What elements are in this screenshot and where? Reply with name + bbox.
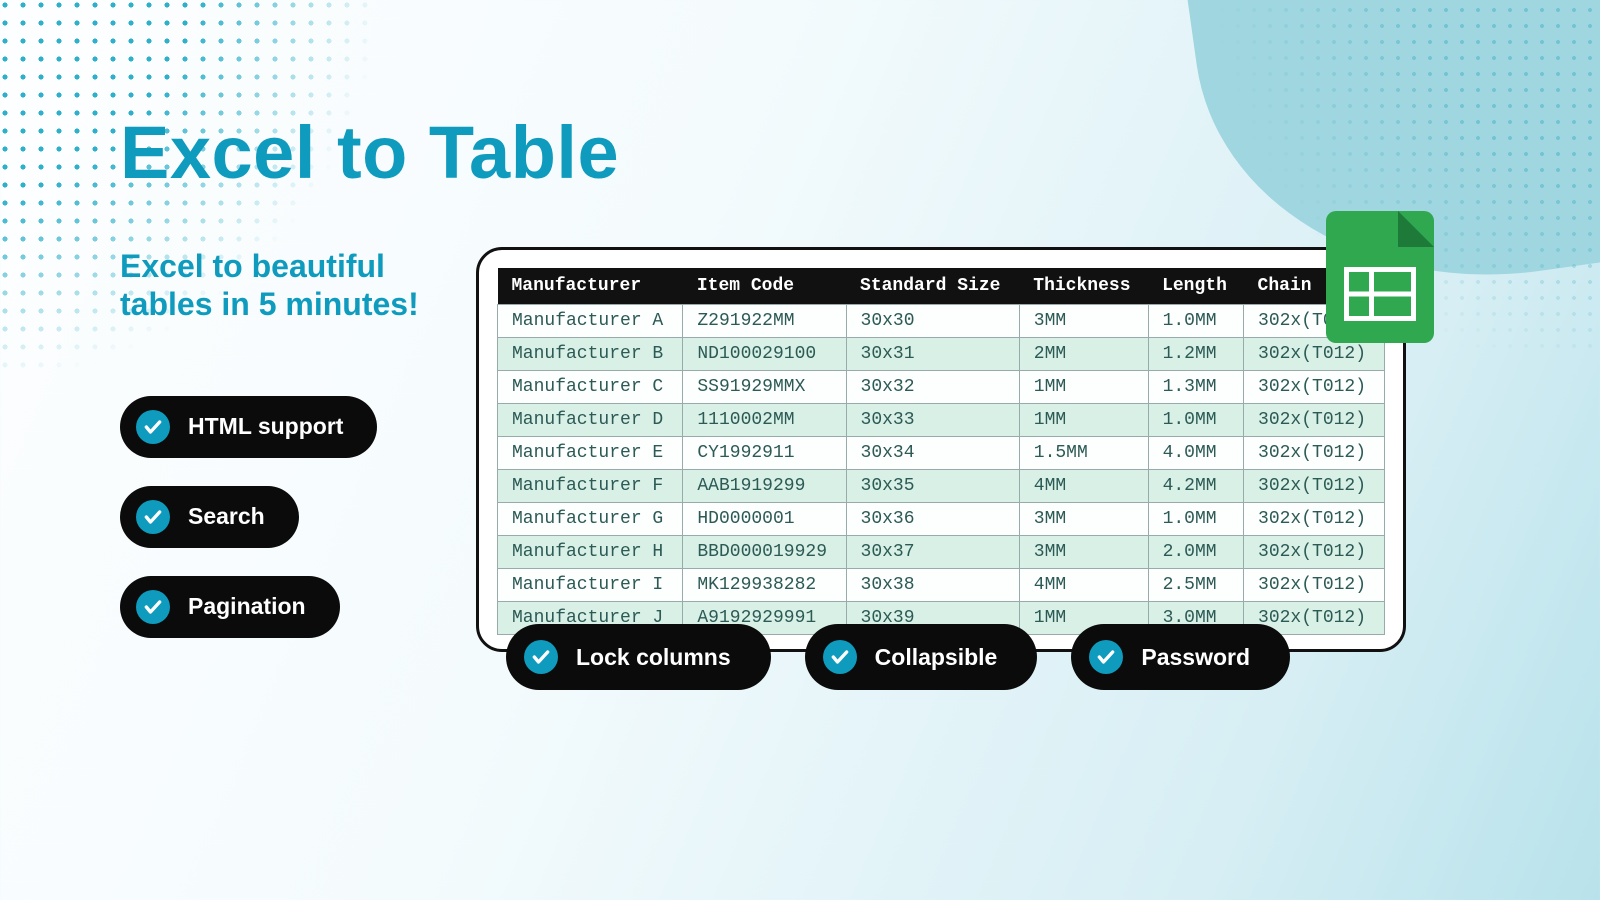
col-item-code: Item Code <box>683 268 846 305</box>
cell: 302x(T012) <box>1244 404 1385 437</box>
cell: 1.0MM <box>1148 503 1243 536</box>
col-thickness: Thickness <box>1019 268 1148 305</box>
cell: 1MM <box>1019 371 1148 404</box>
cell: 30x34 <box>846 437 1019 470</box>
check-icon <box>1089 640 1123 674</box>
cell: 1MM <box>1019 404 1148 437</box>
cell: 1.5MM <box>1019 437 1148 470</box>
feature-pill-html-support: HTML support <box>120 396 377 458</box>
cell: Manufacturer D <box>498 404 683 437</box>
cell: 4MM <box>1019 470 1148 503</box>
cell: CY1992911 <box>683 437 846 470</box>
cell: Manufacturer I <box>498 569 683 602</box>
feature-pill-lock-columns: Lock columns <box>506 624 771 690</box>
cell: SS91929MMX <box>683 371 846 404</box>
cell: 302x(T012) <box>1244 371 1385 404</box>
cell: 302x(T012) <box>1244 437 1385 470</box>
feature-pill-collapsible: Collapsible <box>805 624 1038 690</box>
table-row: Manufacturer I MK129938282 30x38 4MM 2.5… <box>498 569 1385 602</box>
cell: Manufacturer G <box>498 503 683 536</box>
table-header-row: Manufacturer Item Code Standard Size Thi… <box>498 268 1385 305</box>
table-row: Manufacturer A Z291922MM 30x30 3MM 1.0MM… <box>498 305 1385 338</box>
table-row: Manufacturer D 1110002MM 30x33 1MM 1.0MM… <box>498 404 1385 437</box>
check-icon <box>136 590 170 624</box>
col-manufacturer: Manufacturer <box>498 268 683 305</box>
left-column: Excel to beautiful tables in 5 minutes! … <box>120 247 430 666</box>
cell: 30x37 <box>846 536 1019 569</box>
table-row: Manufacturer G HD0000001 30x36 3MM 1.0MM… <box>498 503 1385 536</box>
cell: HD0000001 <box>683 503 846 536</box>
cell: 4MM <box>1019 569 1148 602</box>
page-title: Excel to Table <box>120 110 1530 195</box>
cell: 302x(T012) <box>1244 536 1385 569</box>
cell: 3MM <box>1019 305 1148 338</box>
cell: MK129938282 <box>683 569 846 602</box>
cell: 302x(T012) <box>1244 503 1385 536</box>
cell: Manufacturer F <box>498 470 683 503</box>
cell: BBD000019929 <box>683 536 846 569</box>
cell: 30x33 <box>846 404 1019 437</box>
page: Excel to Table Excel to beautiful tables… <box>0 0 1600 900</box>
subtitle: Excel to beautiful tables in 5 minutes! <box>120 247 430 324</box>
check-icon <box>136 500 170 534</box>
cell: Manufacturer E <box>498 437 683 470</box>
col-standard-size: Standard Size <box>846 268 1019 305</box>
cell: 2.5MM <box>1148 569 1243 602</box>
cell: Manufacturer H <box>498 536 683 569</box>
pill-label: Password <box>1141 644 1250 671</box>
cell: 30x32 <box>846 371 1019 404</box>
check-icon <box>823 640 857 674</box>
cell: 1.0MM <box>1148 404 1243 437</box>
check-icon <box>136 410 170 444</box>
table-row: Manufacturer E CY1992911 30x34 1.5MM 4.0… <box>498 437 1385 470</box>
table-card-wrap: Manufacturer Item Code Standard Size Thi… <box>476 247 1406 652</box>
cell: 302x(T012) <box>1244 470 1385 503</box>
table-row: Manufacturer C SS91929MMX 30x32 1MM 1.3M… <box>498 371 1385 404</box>
cell: 302x(T012) <box>1244 569 1385 602</box>
col-length: Length <box>1148 268 1243 305</box>
cell: 4.0MM <box>1148 437 1243 470</box>
cell: 1.3MM <box>1148 371 1243 404</box>
cell: 30x31 <box>846 338 1019 371</box>
pill-label: Search <box>188 503 265 530</box>
cell: 3MM <box>1019 503 1148 536</box>
check-icon <box>524 640 558 674</box>
pill-label: HTML support <box>188 413 343 440</box>
pill-label: Collapsible <box>875 644 998 671</box>
feature-pill-pagination: Pagination <box>120 576 340 638</box>
data-table: Manufacturer Item Code Standard Size Thi… <box>497 268 1385 635</box>
table-row: Manufacturer H BBD000019929 30x37 3MM 2.… <box>498 536 1385 569</box>
cell: 3MM <box>1019 536 1148 569</box>
cell: Manufacturer C <box>498 371 683 404</box>
columns: Excel to beautiful tables in 5 minutes! … <box>120 247 1530 666</box>
cell: Z291922MM <box>683 305 846 338</box>
cell: 1110002MM <box>683 404 846 437</box>
cell: 1.2MM <box>1148 338 1243 371</box>
google-sheets-icon <box>1326 211 1434 343</box>
cell: 1.0MM <box>1148 305 1243 338</box>
feature-pill-search: Search <box>120 486 299 548</box>
bottom-feature-pills: Lock columns Collapsible Password <box>506 624 1290 690</box>
table-body: Manufacturer A Z291922MM 30x30 3MM 1.0MM… <box>498 305 1385 635</box>
cell: Manufacturer B <box>498 338 683 371</box>
feature-pill-password: Password <box>1071 624 1290 690</box>
cell: 2.0MM <box>1148 536 1243 569</box>
cell: 2MM <box>1019 338 1148 371</box>
cell: 30x36 <box>846 503 1019 536</box>
pill-label: Pagination <box>188 593 306 620</box>
table-card: Manufacturer Item Code Standard Size Thi… <box>476 247 1406 652</box>
cell: ND100029100 <box>683 338 846 371</box>
sheets-grid-icon <box>1344 267 1416 321</box>
cell: 30x38 <box>846 569 1019 602</box>
cell: 30x35 <box>846 470 1019 503</box>
pill-label: Lock columns <box>576 644 731 671</box>
cell: 4.2MM <box>1148 470 1243 503</box>
cell: AAB1919299 <box>683 470 846 503</box>
cell: Manufacturer A <box>498 305 683 338</box>
table-row: Manufacturer F AAB1919299 30x35 4MM 4.2M… <box>498 470 1385 503</box>
cell: 30x30 <box>846 305 1019 338</box>
table-row: Manufacturer B ND100029100 30x31 2MM 1.2… <box>498 338 1385 371</box>
